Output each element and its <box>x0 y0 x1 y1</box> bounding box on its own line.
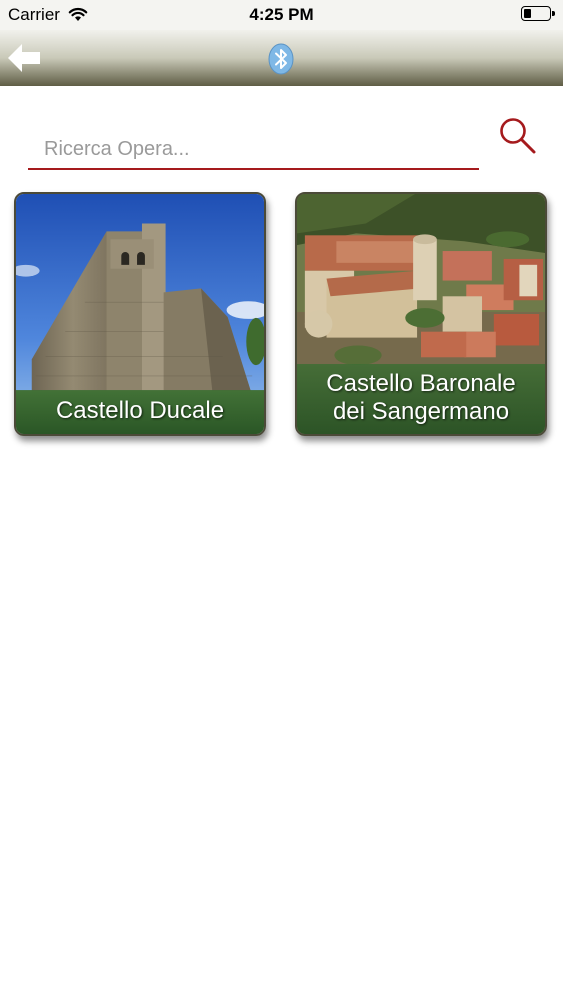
bluetooth-icon[interactable] <box>268 43 294 75</box>
card-title: Castello Ducale <box>16 390 264 434</box>
search-bar <box>28 116 538 174</box>
search-input[interactable] <box>28 130 479 170</box>
battery-icon <box>521 6 555 21</box>
card-castello-ducale[interactable]: Castello Ducale <box>14 192 266 436</box>
navigation-bar <box>0 30 563 86</box>
card-title-line2: dei Sangermano <box>332 398 510 425</box>
status-time: 4:25 PM <box>249 5 314 24</box>
card-title: Castello Baronale dei Sangermano <box>297 364 545 434</box>
card-castello-baronale[interactable]: Castello Baronale dei Sangermano <box>295 192 547 436</box>
arrow-left-icon <box>8 44 40 72</box>
card-title-line1: Castello Baronale <box>326 370 516 397</box>
status-bar: Carrier 4:25 PM <box>0 0 563 30</box>
search-icon[interactable] <box>498 116 538 156</box>
back-button[interactable] <box>4 38 46 78</box>
